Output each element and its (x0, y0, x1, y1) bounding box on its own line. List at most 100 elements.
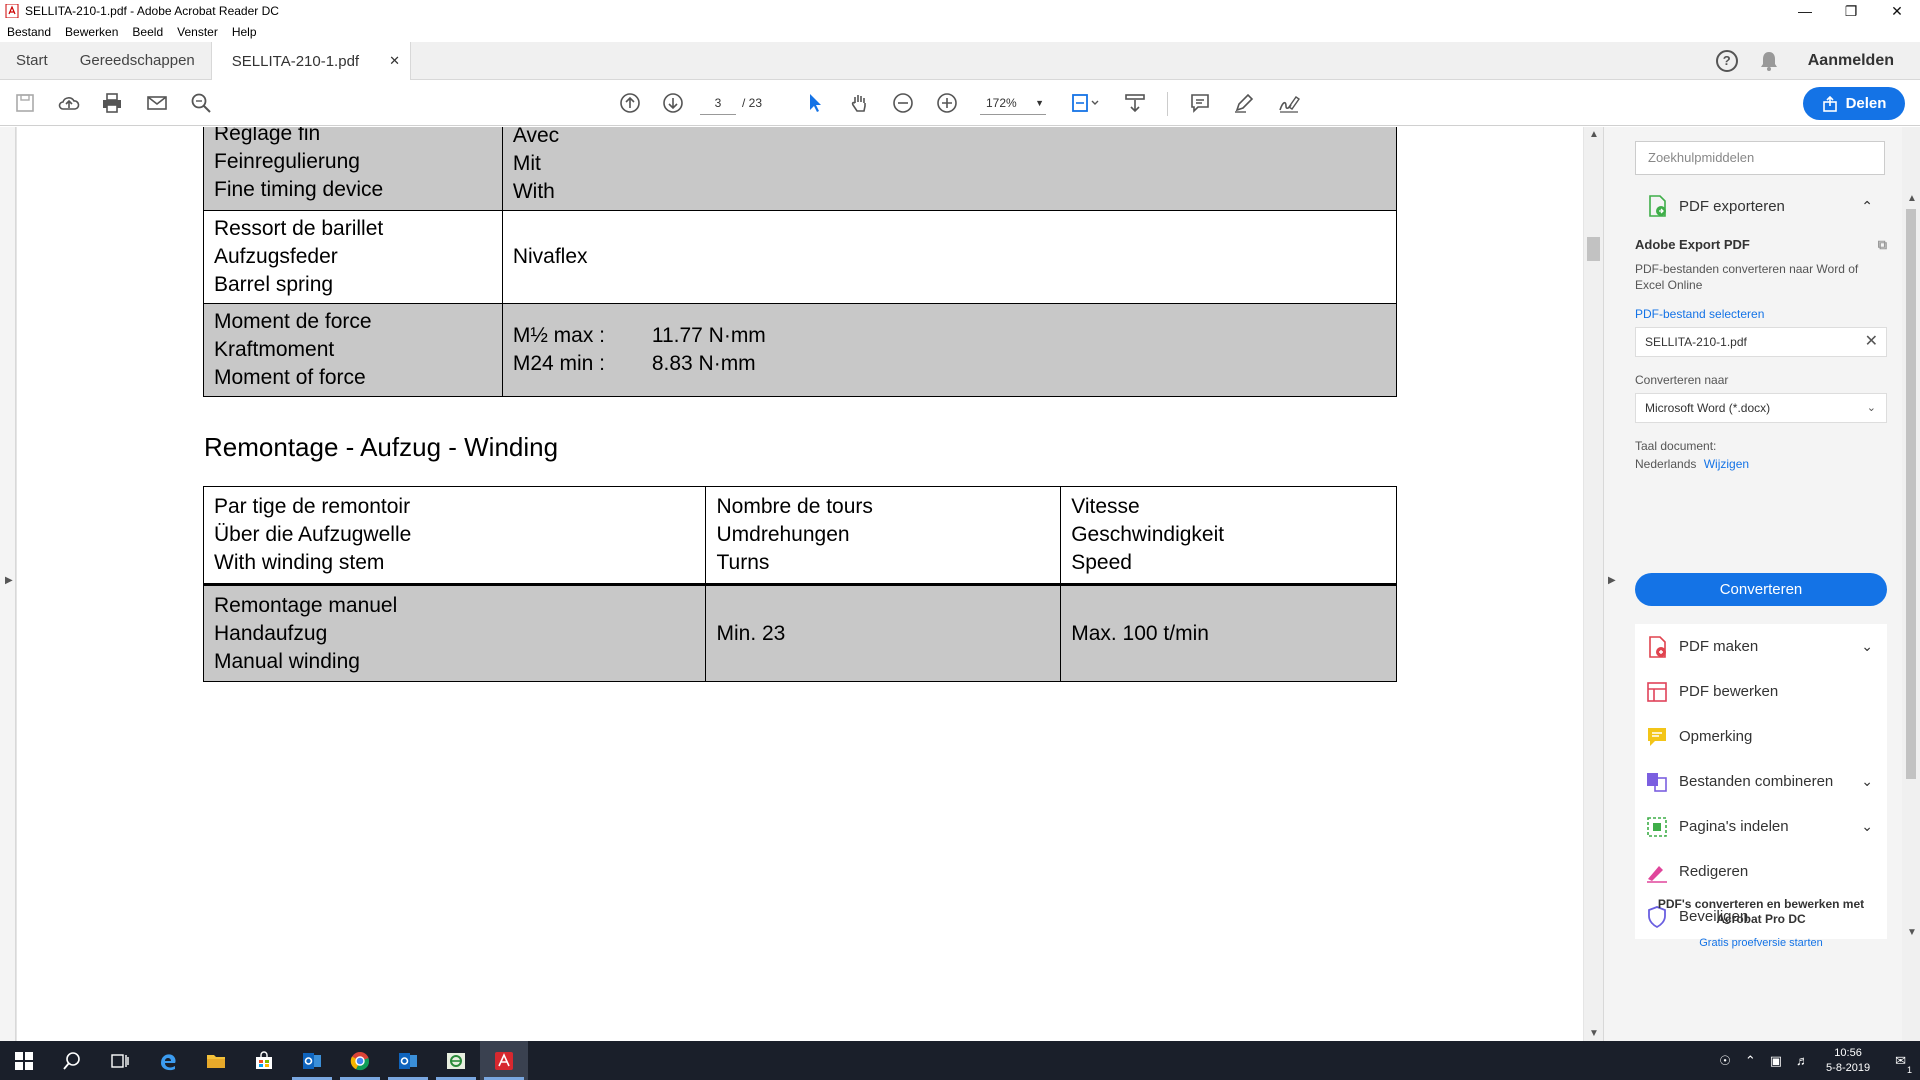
convert-to-select[interactable]: Microsoft Word (*.docx) ⌄ (1635, 393, 1887, 423)
free-trial-link[interactable]: Gratis proefversie starten (1635, 937, 1887, 949)
tab-document[interactable]: SELLITA-210-1.pdf ✕ (210, 41, 411, 81)
signin-button[interactable]: Aanmelden (1808, 52, 1894, 70)
tool-redigeren[interactable]: Redigeren (1635, 849, 1887, 894)
tool-pagina-s-indelen[interactable]: Pagina's indelen ⌄ (1635, 804, 1887, 849)
taskbar-store[interactable] (240, 1041, 288, 1080)
taskbar-ie[interactable] (432, 1041, 480, 1080)
moment-key: M½ max : (512, 324, 606, 347)
chevron-down-icon[interactable]: ⌄ (1861, 638, 1873, 655)
tool-label: Opmerking (1679, 728, 1753, 745)
share-icon (1822, 95, 1837, 112)
clock[interactable]: 10:56 5-8-2019 (1826, 1046, 1870, 1076)
email-icon[interactable] (143, 89, 171, 117)
scrollbar-thumb[interactable] (1906, 209, 1916, 779)
scroll-down-icon[interactable]: ▼ (1589, 1028, 1599, 1039)
selected-file-field[interactable]: SELLITA-210-1.pdf ✕ (1635, 327, 1887, 357)
tools-search-input[interactable]: Zoekhulpmiddelen (1635, 141, 1885, 175)
copy-icon[interactable]: ⧉ (1878, 237, 1887, 253)
notification-icon[interactable]: ✉ 1 (1895, 1053, 1912, 1075)
fit-page-icon[interactable] (1067, 89, 1103, 117)
moment-value: 8.83 N·mm (651, 352, 756, 375)
menu-beeld[interactable]: Beeld (132, 25, 163, 39)
menu-venster[interactable]: Venster (177, 25, 218, 39)
page-count: / 23 (742, 96, 763, 110)
convert-button[interactable]: Converteren (1635, 573, 1887, 606)
pdf-page: Réglage fin Feinregulierung Fine timing de… (17, 127, 1583, 1041)
start-button[interactable] (0, 1041, 48, 1080)
task-view-button[interactable] (96, 1041, 144, 1080)
taskbar-outlook-2[interactable] (384, 1041, 432, 1080)
scroll-mode-icon[interactable] (1121, 89, 1149, 117)
change-language-link[interactable]: Wijzigen (1704, 457, 1749, 471)
export-title: Adobe Export PDF ⧉ (1635, 237, 1887, 253)
upload-cloud-icon[interactable] (55, 89, 83, 117)
previous-page-icon[interactable] (616, 89, 644, 117)
scroll-up-icon[interactable]: ▲ (1589, 129, 1599, 140)
volume-icon[interactable]: ♬ (1796, 1053, 1809, 1068)
search-button[interactable] (48, 1041, 96, 1080)
tool-label: Pagina's indelen (1679, 818, 1789, 835)
spec-value-cell: M½ max : 11.77 N·mm M24 min : 8.83 N·mm (501, 303, 1398, 397)
menu-help[interactable]: Help (232, 25, 257, 39)
close-window-button[interactable]: ✕ (1874, 0, 1920, 22)
hand-tool-icon[interactable] (845, 89, 873, 117)
scroll-down-icon[interactable]: ▼ (1907, 927, 1917, 938)
tab-tools[interactable]: Gereedschappen (64, 42, 211, 80)
organize-pages-icon (1647, 816, 1667, 837)
search-text-icon[interactable] (187, 89, 215, 117)
chevron-up-icon[interactable]: ⌃ (1745, 1053, 1756, 1069)
tools-pane-scrollbar[interactable]: ▲ ▼ (1902, 127, 1920, 1041)
zoom-in-icon[interactable] (933, 89, 961, 117)
select-file-link[interactable]: PDF-bestand selecteren (1635, 307, 1887, 321)
taskbar-outlook[interactable] (288, 1041, 336, 1080)
next-page-icon[interactable] (659, 89, 687, 117)
restore-button[interactable]: ❐ (1828, 0, 1874, 22)
chevron-right-icon: ▶ (1608, 575, 1616, 586)
row-cell-speed: Max. 100 t/min (1060, 584, 1397, 682)
tool-pdf-maken[interactable]: PDF maken ⌄ (1635, 624, 1887, 669)
header-line: Über die Aufzugwelle (214, 523, 412, 546)
zoom-out-icon[interactable] (889, 89, 917, 117)
tab-start[interactable]: Start (0, 42, 64, 80)
tool-pdf-bewerken[interactable]: PDF bewerken (1635, 669, 1887, 714)
scrollbar-thumb[interactable] (1587, 237, 1600, 261)
chevron-down-icon[interactable]: ⌄ (1861, 773, 1873, 790)
right-panel-toggle[interactable]: ▶ (1603, 127, 1620, 1041)
taskbar-chrome[interactable] (336, 1041, 384, 1080)
row-cell-turns: Min. 23 (705, 584, 1062, 682)
highlight-pen-icon[interactable] (1230, 89, 1258, 117)
page-number-input[interactable]: 3 (700, 91, 736, 115)
zoom-level-select[interactable]: 172% ▼ (980, 91, 1046, 115)
select-cursor-icon[interactable] (801, 89, 829, 117)
scroll-up-icon[interactable]: ▲ (1907, 193, 1917, 204)
close-tab-icon[interactable]: ✕ (389, 53, 400, 69)
document-area: ▶ Réglage fin Feinregulierung Fine timing … (0, 127, 1603, 1041)
tool-bestanden-combineren[interactable]: Bestanden combineren ⌄ (1635, 759, 1887, 804)
help-icon[interactable]: ? (1715, 49, 1738, 72)
export-pdf-header[interactable]: PDF exporteren ⌃ (1635, 187, 1887, 225)
taskbar-explorer[interactable] (192, 1041, 240, 1080)
taskbar-edge[interactable] (144, 1041, 192, 1080)
network-icon[interactable]: ▣ (1770, 1053, 1782, 1069)
clear-file-icon[interactable]: ✕ (1865, 328, 1878, 356)
share-button[interactable]: Delen (1803, 87, 1905, 120)
taskbar-acrobat[interactable] (480, 1041, 528, 1080)
print-icon[interactable] (98, 89, 126, 117)
sign-icon[interactable] (1275, 89, 1303, 117)
document-scrollbar[interactable]: ▲ ▼ (1584, 127, 1603, 1041)
left-panel-toggle[interactable]: ▶ (0, 127, 16, 1041)
people-icon[interactable]: ☉ (1719, 1053, 1731, 1069)
menu-bestand[interactable]: Bestand (7, 25, 51, 39)
spec-label-cell: Réglage fin Feinregulierung Fine timing de… (203, 127, 503, 211)
zoom-level-value: 172% (986, 96, 1017, 110)
menu-bewerken[interactable]: Bewerken (65, 25, 118, 39)
chevron-down-icon[interactable]: ⌄ (1861, 818, 1873, 835)
tool-opmerking[interactable]: Opmerking (1635, 714, 1887, 759)
outlook-icon (399, 1052, 417, 1069)
save-icon[interactable] (11, 89, 39, 117)
tools-list: PDF maken ⌄ PDF bewerken Opmerking Bestanden… (1635, 624, 1887, 939)
bell-icon[interactable] (1760, 51, 1778, 71)
minimize-button[interactable]: — (1782, 0, 1828, 22)
spec-table: Réglage fin Feinregulierung Fine timing de… (203, 127, 1398, 397)
comment-icon[interactable] (1186, 89, 1214, 117)
